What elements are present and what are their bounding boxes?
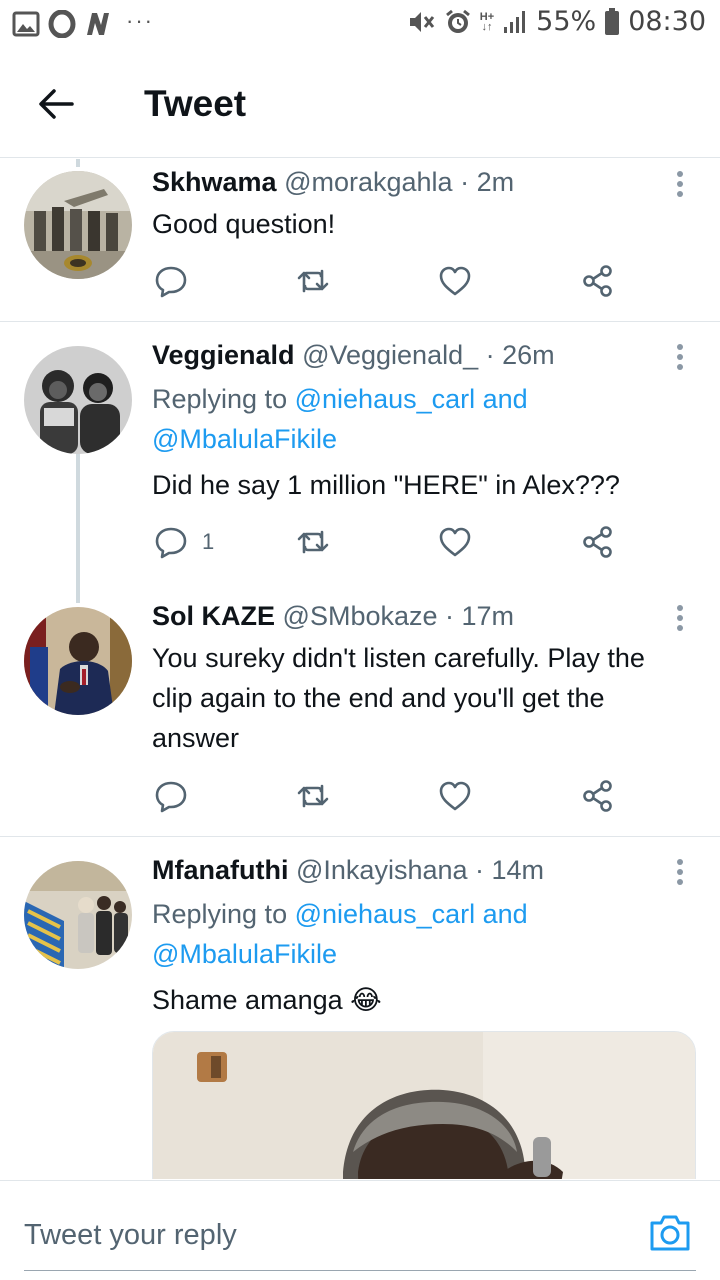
share-icon <box>583 780 612 812</box>
heart-icon <box>439 527 471 557</box>
share-button[interactable] <box>580 263 614 299</box>
clock: 08:30 <box>628 6 706 37</box>
comment-icon <box>155 781 187 813</box>
more-options-icon[interactable] <box>668 342 692 372</box>
mute-icon <box>409 11 434 32</box>
replying-to: Replying to @niehaus_carl and @MbalulaFi… <box>152 899 528 969</box>
page-title: Tweet <box>144 83 247 124</box>
handle[interactable]: @morakgahla <box>284 167 453 197</box>
tweet-actions <box>152 778 622 814</box>
arrow-left-icon[interactable] <box>36 84 76 124</box>
avatar[interactable] <box>24 346 132 454</box>
reply-feed[interactable]: Skhwama @morakgahla · 2m Good question! <box>0 159 720 1179</box>
tweet-media[interactable] <box>152 1031 696 1179</box>
tweet-header: Veggienald @Veggienald_ · 26m <box>152 340 555 371</box>
reply-input[interactable] <box>24 1201 696 1271</box>
tweet-text: You sureky didn't listen carefully. Play… <box>152 643 645 753</box>
more-options-icon[interactable] <box>668 857 692 887</box>
timestamp: · 2m <box>460 167 515 197</box>
display-name[interactable]: Veggienald <box>152 340 295 370</box>
share-button[interactable] <box>580 778 614 814</box>
display-name[interactable]: Sol KAZE <box>152 601 275 631</box>
handle[interactable]: @Veggienald_ <box>302 340 478 370</box>
status-right: H+ ↓↑ 55% 08:30 <box>406 6 706 37</box>
reply-count: 1 <box>202 529 215 554</box>
tweet-text: Good question! <box>152 209 336 239</box>
tweet-item[interactable]: Veggienald @Veggienald_ · 26m Replying t… <box>0 322 720 587</box>
app-header: Tweet <box>0 50 720 158</box>
opera-icon <box>48 10 76 38</box>
tweet-item[interactable]: Mfanafuthi @Inkayishana · 14m Replying t… <box>0 837 720 1179</box>
tweet-header: Sol KAZE @SMbokaze · 17m <box>152 601 514 632</box>
display-name[interactable]: Mfanafuthi <box>152 855 288 885</box>
like-button[interactable] <box>438 524 472 560</box>
like-button[interactable] <box>438 263 472 299</box>
more-notifications: ··· <box>126 8 154 33</box>
timestamp: · 14m <box>475 855 545 885</box>
tweet-item[interactable]: Sol KAZE @SMbokaze · 17m You sureky didn… <box>0 587 720 837</box>
comment-icon <box>155 527 187 559</box>
reply-button[interactable] <box>154 263 188 299</box>
retweet-button[interactable] <box>296 263 330 299</box>
mention-link[interactable]: @niehaus_carl <box>295 384 476 414</box>
network-indicator: H+ ↓↑ <box>479 10 495 33</box>
avatar[interactable] <box>24 861 132 969</box>
retweet-icon <box>297 530 329 554</box>
gallery-icon <box>12 11 40 37</box>
heart-icon <box>439 266 471 296</box>
retweet-icon <box>297 269 329 293</box>
tweet-text: Shame amanga 😂 <box>152 985 382 1015</box>
tweet-header: Skhwama @morakgahla · 2m <box>152 167 514 198</box>
reply-button[interactable]: 1 <box>154 524 214 560</box>
camera-icon[interactable] <box>648 1211 692 1255</box>
share-icon <box>583 526 612 558</box>
like-button[interactable] <box>438 778 472 814</box>
replying-to: Replying to @niehaus_carl and @MbalulaFi… <box>152 384 528 454</box>
alarm-icon <box>445 9 470 33</box>
tweet-header: Mfanafuthi @Inkayishana · 14m <box>152 855 544 886</box>
avatar[interactable] <box>24 607 132 715</box>
tweet-actions: 1 <box>152 524 622 560</box>
retweet-button[interactable] <box>296 778 330 814</box>
retweet-icon <box>297 784 329 808</box>
comment-icon <box>155 266 187 298</box>
handle[interactable]: @SMbokaze <box>283 601 438 631</box>
status-left: ··· <box>12 8 154 38</box>
tweet-item[interactable]: Skhwama @morakgahla · 2m Good question! <box>0 159 720 322</box>
reply-button[interactable] <box>154 778 188 814</box>
timestamp: · 17m <box>445 601 515 631</box>
avatar[interactable] <box>24 171 132 279</box>
heart-icon <box>439 781 471 811</box>
mention-link[interactable]: @niehaus_carl <box>295 899 476 929</box>
handle[interactable]: @Inkayishana <box>296 855 468 885</box>
signal-icon <box>504 10 526 33</box>
share-icon <box>583 265 612 297</box>
tweet-text: Did he say 1 million "HERE" in Alex??? <box>152 470 620 500</box>
retweet-button[interactable] <box>296 524 330 560</box>
tweet-actions <box>152 263 622 299</box>
reply-composer <box>0 1180 720 1280</box>
status-bar: ··· H+ ↓↑ 55% 08:30 <box>0 0 720 50</box>
mention-link[interactable]: @MbalulaFikile <box>152 424 337 454</box>
share-button[interactable] <box>580 524 614 560</box>
timestamp: · 26m <box>485 340 555 370</box>
more-options-icon[interactable] <box>668 169 692 199</box>
battery-percent: 55% <box>536 6 597 37</box>
more-options-icon[interactable] <box>668 603 692 633</box>
battery-icon <box>605 7 620 35</box>
display-name[interactable]: Skhwama <box>152 167 277 197</box>
news-icon <box>87 13 109 35</box>
laughing-emoji: 😂 <box>350 985 382 1015</box>
mention-link[interactable]: @MbalulaFikile <box>152 939 337 969</box>
